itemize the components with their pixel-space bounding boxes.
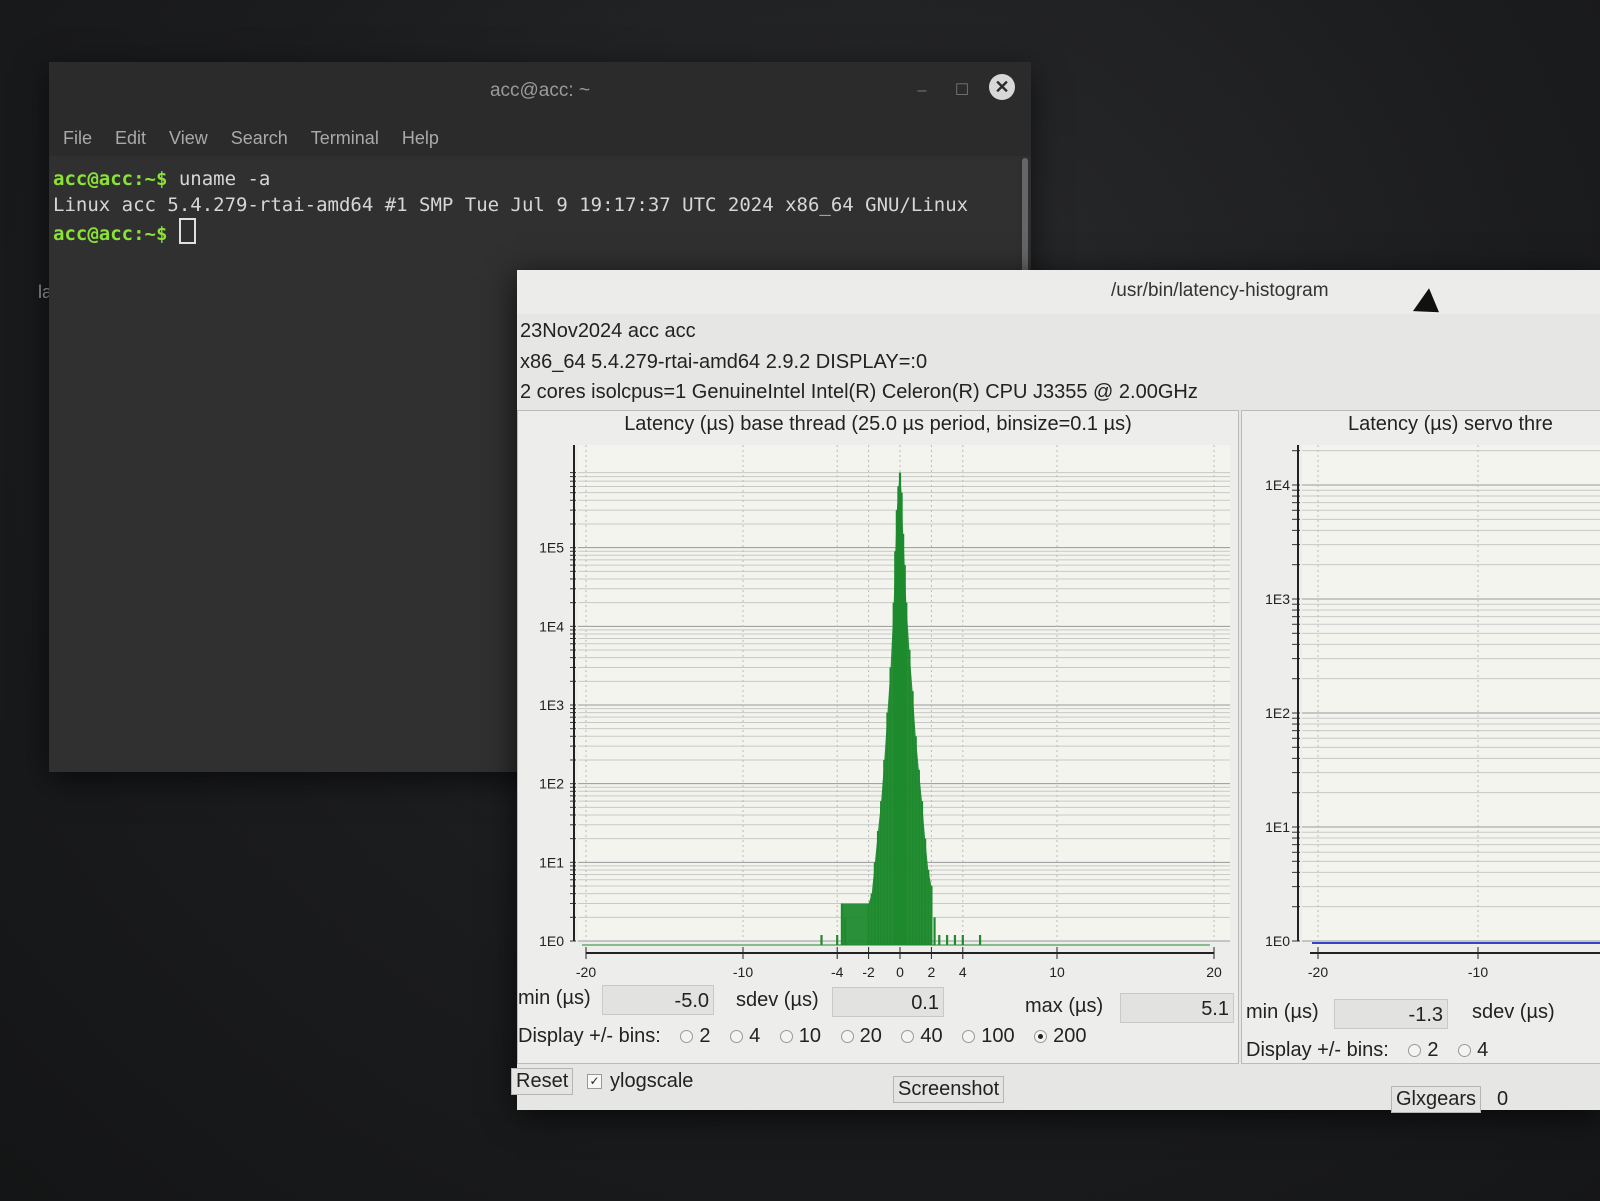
- bins-option-label: 2: [699, 1025, 711, 1047]
- base-thread-panel: Latency (µs) base thread (25.0 µs period…: [517, 410, 1239, 1064]
- y-tick-label: 1E4: [539, 618, 564, 634]
- base-histogram-plot: 1E01E11E21E31E41E5-20 -10 -4 -2 0 2 4 10 20: [539, 445, 1230, 980]
- x-tick-label: 4: [959, 964, 967, 980]
- terminal-command: uname -a: [167, 168, 271, 190]
- servo-min-label: min (µs): [1246, 1001, 1319, 1023]
- histogram-bar: [938, 935, 941, 945]
- base-min-value: -5.0: [602, 985, 714, 1015]
- bins-radio-100[interactable]: [962, 1030, 976, 1044]
- histogram-bar: [953, 935, 957, 945]
- bins-option-label: 40: [920, 1025, 943, 1047]
- bins-radio-20[interactable]: [840, 1030, 854, 1044]
- check-icon[interactable]: ✓: [587, 1074, 602, 1090]
- histogram-bar: [978, 935, 982, 945]
- servo-bins-label: Display +/- bins:: [1246, 1039, 1389, 1061]
- histogram-bar: [961, 935, 964, 945]
- x-tick-label: -10: [1468, 964, 1488, 980]
- ylogscale-label: ylogscale: [610, 1070, 694, 1092]
- bins-radio-40[interactable]: [901, 1030, 915, 1044]
- servo-min-value: -1.3: [1334, 999, 1448, 1029]
- servo-sdev-label: sdev (µs): [1472, 1001, 1555, 1023]
- histogram-bar: [933, 917, 936, 945]
- maximize-icon[interactable]: ☐: [947, 76, 977, 106]
- info-cpu: 2 cores isolcpus=1 GenuineIntel Intel(R)…: [520, 381, 1198, 403]
- x-tick-label: 10: [1049, 964, 1065, 980]
- terminal-menubar: File Edit View Search Terminal Help: [49, 116, 1031, 156]
- menu-view[interactable]: View: [167, 116, 219, 156]
- servo-bins-radio-4[interactable]: [1458, 1044, 1472, 1058]
- y-tick-label: 1E0: [1265, 933, 1290, 949]
- minimize-icon[interactable]: –: [907, 76, 937, 106]
- info-kernel: x86_64 5.4.279-rtai-amd64 2.9.2 DISPLAY=…: [520, 351, 928, 373]
- reset-button[interactable]: Reset: [511, 1068, 574, 1095]
- y-tick-label: 1E2: [539, 776, 564, 792]
- x-tick-label: 2: [928, 964, 936, 980]
- terminal-command: [167, 223, 178, 245]
- base-sdev-label: sdev (µs): [736, 989, 819, 1011]
- histogram-bar: [820, 935, 823, 945]
- terminal-titlebar[interactable]: acc@acc: ~ – ☐ ✕: [49, 62, 1031, 116]
- bins-option-label: 2: [1427, 1039, 1439, 1061]
- bins-radio-10[interactable]: [779, 1030, 793, 1044]
- base-sdev-value: 0.1: [832, 987, 944, 1017]
- y-tick-label: 1E2: [1265, 705, 1290, 721]
- menu-terminal[interactable]: Terminal: [309, 116, 390, 156]
- x-tick-label: 0: [896, 964, 904, 980]
- y-tick-label: 1E1: [539, 854, 564, 870]
- y-tick-label: 1E3: [1265, 591, 1290, 607]
- bins-option-label: 4: [1477, 1039, 1489, 1061]
- terminal-prompt: acc@acc:~$: [53, 168, 168, 190]
- menu-edit[interactable]: Edit: [113, 116, 157, 156]
- servo-thread-panel: Latency (µs) servo thre 1E0 1E1 1E2 1E3 1E4-…: [1241, 410, 1600, 1064]
- latency-histogram-window: /usr/bin/latency-histogram 23Nov2024 acc…: [511, 270, 1600, 1113]
- latency-titlebar[interactable]: /usr/bin/latency-histogram: [517, 270, 1600, 324]
- bins-option-label: 4: [749, 1025, 761, 1047]
- menu-search[interactable]: Search: [229, 116, 299, 156]
- bins-radio-2[interactable]: [680, 1030, 694, 1044]
- y-tick-label: 1E5: [539, 540, 564, 556]
- servo-bins-radio-2[interactable]: [1408, 1044, 1422, 1058]
- close-icon[interactable]: ✕: [989, 74, 1015, 100]
- bins-option-label: 10: [798, 1025, 822, 1047]
- x-tick-label: -20: [1308, 964, 1328, 980]
- bins-option-label: 20: [859, 1025, 882, 1047]
- servo-histogram-plot: 1E0 1E1 1E2 1E3 1E4 -20 -10: [1265, 445, 1600, 980]
- terminal-prompt: acc@acc:~$: [53, 223, 168, 245]
- bins-radio-200[interactable]: [1034, 1030, 1048, 1044]
- terminal-cursor: [178, 218, 196, 244]
- glxgears-count: 0: [1497, 1088, 1509, 1110]
- histogram-bar: [836, 935, 839, 945]
- base-bins-label: Display +/- bins:: [518, 1025, 661, 1047]
- terminal-scrollbar[interactable]: [1022, 158, 1028, 278]
- mouse-pointer-icon: [1412, 288, 1448, 324]
- screenshot-button[interactable]: Screenshot: [893, 1076, 1005, 1103]
- base-min-label: min (µs): [518, 987, 591, 1009]
- x-tick-label: 20: [1206, 964, 1222, 980]
- ylogscale-checkbox-row[interactable]: ✓ ylogscale: [587, 1070, 693, 1093]
- menu-help[interactable]: Help: [400, 116, 450, 156]
- x-tick-label: -20: [576, 964, 596, 980]
- x-tick-label: -10: [733, 964, 753, 980]
- terminal-title: acc@acc: ~: [489, 80, 591, 101]
- y-tick-label: 1E0: [539, 933, 564, 949]
- x-tick-label: -4: [831, 964, 844, 980]
- latency-window-title: /usr/bin/latency-histogram: [1111, 280, 1329, 301]
- menu-file[interactable]: File: [61, 116, 103, 156]
- bins-option-label: 100: [981, 1025, 1015, 1047]
- info-date: 23Nov2024 acc acc: [520, 320, 696, 342]
- glxgears-button[interactable]: Glxgears: [1391, 1086, 1482, 1113]
- histogram-bar: [946, 935, 949, 945]
- base-max-value: 5.1: [1120, 993, 1234, 1023]
- y-tick-label: 1E4: [1265, 477, 1290, 493]
- servo-bins-row: Display +/- bins: 2 4: [1246, 1039, 1488, 1062]
- x-tick-label: -2: [862, 964, 875, 980]
- base-max-label: max (µs): [1025, 995, 1104, 1017]
- base-bins-row: Display +/- bins: 2 4 10 20 40 100 200: [518, 1025, 1087, 1048]
- y-tick-label: 1E3: [539, 697, 564, 713]
- terminal-output-line: Linux acc 5.4.279-rtai-amd64 #1 SMP Tue …: [53, 194, 969, 216]
- y-tick-label: 1E1: [1265, 819, 1290, 835]
- bins-option-label: 200: [1053, 1025, 1087, 1047]
- bins-radio-4[interactable]: [730, 1030, 744, 1044]
